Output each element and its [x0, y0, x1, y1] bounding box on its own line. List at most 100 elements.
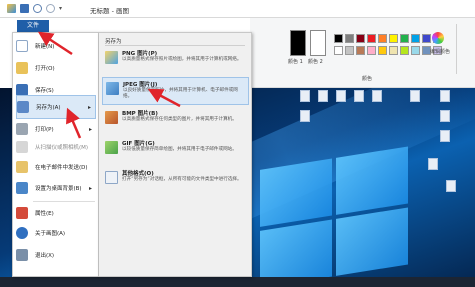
menu-item-open[interactable]: 打开(O)	[16, 58, 96, 78]
menu-item-label: 设置为桌面背景(B)	[35, 186, 82, 192]
save-as-gif[interactable]: GIF 图片(G) 以较低质量保存简单绘图，并将其用于电子邮件或网站。	[102, 137, 249, 165]
scanner-icon	[16, 141, 28, 153]
taskbar	[0, 277, 475, 287]
menu-item-label: 打开(O)	[35, 66, 55, 72]
email-icon	[16, 161, 28, 173]
windows-logo	[260, 146, 410, 287]
palette-color-swatch[interactable]	[389, 46, 398, 55]
colors-group-label: 颜色	[362, 76, 373, 82]
open-folder-icon	[16, 62, 28, 74]
menu-item-label: 保存(S)	[35, 88, 54, 94]
palette-color-swatch[interactable]	[367, 34, 376, 43]
save-as-png[interactable]: PNG 图片(P) 以高质量格式保存照片或绘图，并将其用于计算机或网络。	[102, 47, 249, 75]
menu-item-desktop-background[interactable]: 设置为桌面背景(B) ▸	[16, 178, 96, 198]
gif-image-icon	[105, 141, 118, 154]
menu-item-label: 新建(N)	[35, 44, 55, 50]
save-as-jpeg[interactable]: JPEG 图片(J) 以良好质量保存照片，并将其用于计算机、电子邮件或网络。	[102, 77, 249, 105]
customize-toolbar-icon[interactable]: ▾	[59, 5, 62, 12]
menu-item-label: 退出(X)	[35, 253, 55, 259]
format-description: 以较低质量保存简单绘图，并将其用于电子邮件或网站。	[122, 147, 237, 152]
menu-item-label: 关于画图(A)	[35, 231, 66, 237]
desktop-icon	[410, 90, 420, 102]
format-title: PNG 图片(P)	[122, 51, 158, 57]
desktop-icon	[440, 90, 450, 102]
palette-color-swatch[interactable]	[389, 34, 398, 43]
palette-color-swatch[interactable]	[356, 34, 365, 43]
menu-item-about[interactable]: 关于画图(A)	[16, 223, 96, 243]
palette-color-swatch[interactable]	[400, 34, 409, 43]
palette-color-swatch[interactable]	[400, 46, 409, 55]
color1-swatch[interactable]	[290, 30, 306, 56]
save-as-submenu: 另存为 PNG 图片(P) 以高质量格式保存照片或绘图，并将其用于计算机或网络。…	[99, 32, 252, 277]
print-icon	[16, 123, 28, 135]
format-title: GIF 图片(G)	[122, 141, 155, 147]
desktop-icon	[300, 90, 310, 102]
desktop-icon	[354, 90, 364, 102]
menu-item-label: 在电子邮件中发送(D)	[35, 165, 88, 171]
redo-icon[interactable]	[46, 4, 55, 13]
submenu-heading: 另存为	[105, 39, 122, 45]
ribbon-separator	[456, 24, 457, 74]
palette-color-swatch[interactable]	[356, 46, 365, 55]
palette-color-swatch[interactable]	[411, 46, 420, 55]
menu-item-label: 属性(E)	[35, 211, 54, 217]
format-title: 其他格式(O)	[122, 171, 154, 177]
file-tab[interactable]: 文件	[17, 20, 49, 32]
menu-item-print[interactable]: 打印(P) ▸	[16, 119, 96, 139]
color1-label: 颜色 1	[288, 59, 303, 65]
palette-color-swatch[interactable]	[422, 34, 431, 43]
title-bar: ▾ 无标题 - 画图	[0, 0, 475, 18]
menu-separator	[33, 201, 95, 202]
edit-colors-label[interactable]: 编辑颜色	[430, 48, 450, 55]
paint-app-icon	[7, 4, 16, 13]
menu-item-email[interactable]: 在电子邮件中发送(D)	[16, 157, 96, 177]
bmp-image-icon	[105, 111, 118, 124]
properties-check-icon	[16, 207, 28, 219]
menu-item-save-as[interactable]: 另存为(A) ▸	[16, 95, 96, 119]
submenu-arrow-icon: ▸	[88, 184, 92, 192]
palette-color-swatch[interactable]	[334, 46, 343, 55]
edit-colors-icon[interactable]	[432, 32, 444, 44]
menu-item-label: 打印(P)	[35, 127, 54, 133]
new-file-icon	[16, 40, 28, 52]
format-description: 以良好质量保存照片，并将其用于计算机、电子邮件或网络。	[123, 88, 238, 99]
palette-color-swatch[interactable]	[334, 34, 343, 43]
format-description: 打开“另存为”对话框，从所有可能的文件类型中进行选择。	[122, 177, 242, 182]
window-title: 无标题 - 画图	[90, 7, 129, 15]
desktop-icon	[440, 110, 450, 122]
palette-color-swatch[interactable]	[345, 46, 354, 55]
palette-color-swatch[interactable]	[378, 34, 387, 43]
undo-icon[interactable]	[33, 4, 42, 13]
palette-color-swatch[interactable]	[345, 34, 354, 43]
palette-color-swatch[interactable]	[378, 46, 387, 55]
save-icon[interactable]	[20, 4, 29, 13]
save-as-other-formats[interactable]: 其他格式(O) 打开“另存为”对话框，从所有可能的文件类型中进行选择。	[102, 167, 249, 195]
desktop-icon	[372, 90, 382, 102]
desktop-icon	[446, 180, 456, 192]
desktop-icon	[318, 90, 328, 102]
other-formats-icon	[105, 171, 118, 184]
submenu-arrow-icon: ▸	[88, 125, 92, 133]
color2-swatch[interactable]	[310, 30, 326, 56]
menu-item-new[interactable]: 新建(N)	[16, 36, 96, 56]
quick-access-toolbar: ▾	[7, 4, 62, 13]
file-menu: 新建(N) 打开(O) 保存(S) 另存为(A) ▸ 打印(P) ▸ 从扫描仪或…	[12, 32, 99, 277]
save-as-bmp[interactable]: BMP 图片(B) 以高质量格式保存任何类型的图片，并将其用于计算机。	[102, 107, 249, 135]
menu-item-exit[interactable]: 退出(X)	[16, 245, 96, 265]
desktop-background-icon	[16, 182, 28, 194]
save-as-icon	[17, 101, 29, 113]
menu-item-scanner[interactable]: 从扫描仪或照相机(M)	[16, 137, 96, 157]
info-icon	[16, 227, 28, 239]
format-title: BMP 图片(B)	[122, 111, 158, 117]
menu-item-properties[interactable]: 属性(E)	[16, 203, 96, 223]
ribbon-colors-group: 颜色 1 颜色 2 颜色 编辑颜色	[250, 18, 475, 88]
menu-item-label: 另存为(A)	[36, 105, 61, 111]
palette-color-swatch[interactable]	[411, 34, 420, 43]
color2-label: 颜色 2	[308, 59, 323, 65]
format-description: 以高质量格式保存任何类型的图片，并将其用于计算机。	[122, 117, 237, 122]
format-title: JPEG 图片(J)	[123, 82, 158, 88]
palette-color-swatch[interactable]	[367, 46, 376, 55]
desktop-icon	[440, 130, 450, 142]
exit-icon	[16, 249, 28, 261]
format-description: 以高质量格式保存照片或绘图，并将其用于计算机或网络。	[122, 57, 242, 62]
